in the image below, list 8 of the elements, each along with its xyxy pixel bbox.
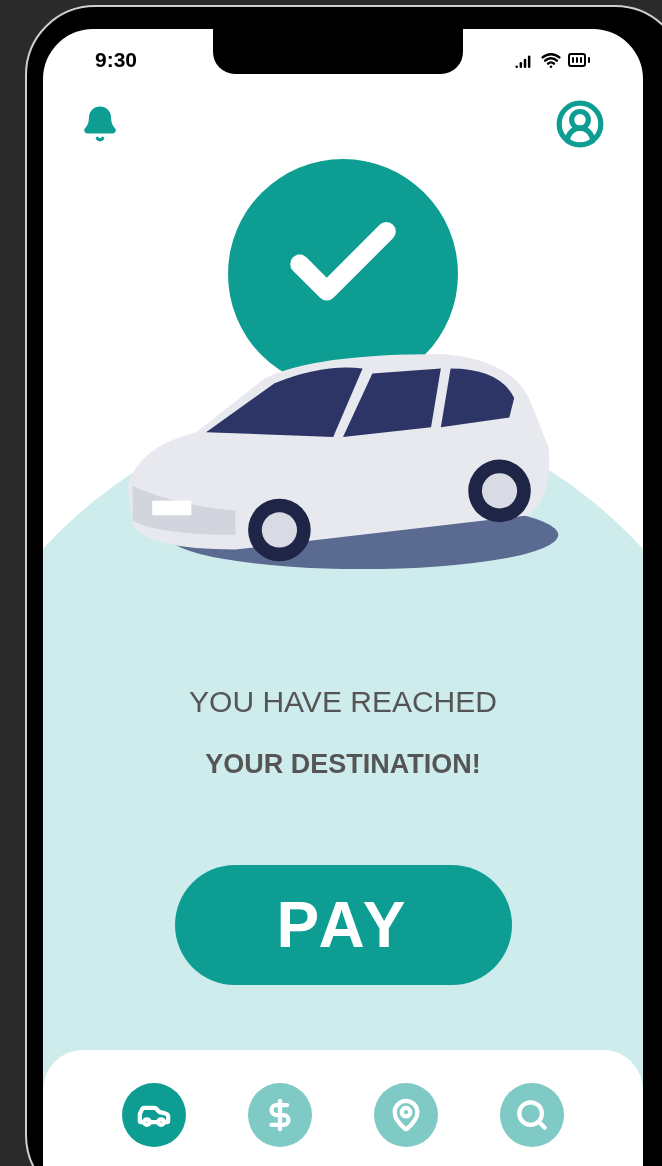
- wifi-icon: [541, 50, 561, 70]
- bell-icon[interactable]: [81, 105, 119, 143]
- status-time: 9:30: [95, 47, 138, 74]
- message-title: YOUR DESTINATION!: [205, 748, 481, 781]
- search-icon: [515, 1097, 549, 1132]
- user-avatar-icon[interactable]: [555, 99, 605, 149]
- pay-button[interactable]: PAY: [174, 864, 512, 985]
- message-line: YOU HAVE REACHED: [189, 684, 497, 720]
